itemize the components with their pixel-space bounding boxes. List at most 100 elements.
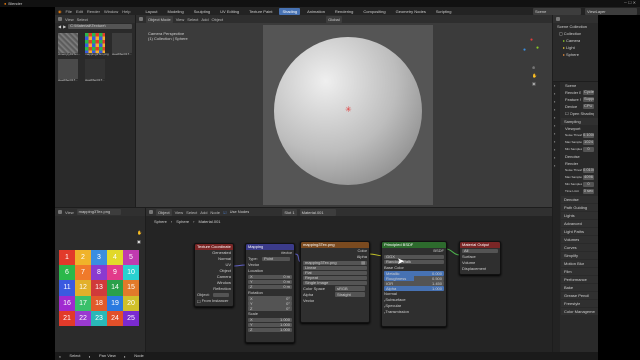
section-film[interactable]: Film	[561, 268, 598, 275]
origin-marker-icon: ✳	[345, 105, 352, 114]
section-grease-pencil[interactable]: Grease Pencil	[561, 292, 598, 299]
outliner-item-collection[interactable]: ▢ Collection	[553, 30, 598, 37]
image-tile: 9	[107, 265, 123, 281]
transform-orientation[interactable]: Global	[326, 15, 342, 23]
back-icon[interactable]: ◀	[58, 24, 61, 29]
ie-menu-view[interactable]: View	[65, 210, 74, 215]
vp-menu-view[interactable]: View	[176, 17, 185, 22]
viewport-subsection[interactable]: Viewport	[561, 125, 598, 132]
camera-tool-icon[interactable]: ▣	[137, 239, 141, 244]
node-material-output[interactable]: Material Output All Surface Volume Displ…	[459, 241, 501, 275]
menu-file[interactable]: File	[66, 9, 72, 14]
blender-menu-icon[interactable]: ◉	[58, 9, 62, 14]
section-path-guiding[interactable]: Path Guiding	[561, 204, 598, 211]
image-selector[interactable]: mapping3Tex.png	[76, 209, 121, 215]
section-freestyle[interactable]: Freestyle	[561, 300, 598, 307]
render-min-samples-row[interactable]: Min Samples 0	[561, 181, 598, 188]
menu-render[interactable]: Render	[87, 9, 100, 14]
render-noise-threshold-row[interactable]: Noise Threshold0.0100	[561, 167, 598, 174]
node-mapping[interactable]: Mapping Vector Type: Point Vector Locatio…	[245, 243, 295, 343]
image-tile: 3	[91, 250, 107, 266]
outliner-root[interactable]: Scene Collection	[553, 23, 598, 30]
section-denoise[interactable]: Denoise	[561, 196, 598, 203]
tab-uv-editing[interactable]: UV Editing	[217, 8, 242, 15]
tab-layout[interactable]: Layout	[142, 8, 160, 15]
editor-type-icon[interactable]	[556, 17, 560, 21]
tab-scripting[interactable]: Scripting	[433, 8, 455, 15]
section-advanced[interactable]: Advanced	[561, 220, 598, 227]
tab-texture-paint[interactable]: Texture Paint	[246, 8, 275, 15]
section-lights[interactable]: Lights	[561, 212, 598, 219]
forward-icon[interactable]: ▶	[63, 24, 66, 29]
section-bake[interactable]: Bake	[561, 284, 598, 291]
time-limit-row[interactable]: Time Limit 0 sec	[561, 188, 598, 195]
section-volumes[interactable]: Volumes	[561, 236, 598, 243]
section-color-management[interactable]: Color Management	[561, 308, 598, 315]
render-engine-row[interactable]: Render EngineCycles	[561, 89, 598, 96]
outliner-item-sphere[interactable]: ▸ Sphere	[553, 51, 598, 58]
pan-icon[interactable]: ✋	[532, 73, 537, 78]
navigation-gizmo[interactable]: ● ● ●	[520, 37, 542, 59]
tab-compositing[interactable]: Compositing	[360, 8, 388, 15]
section-light-paths[interactable]: Light Paths	[561, 228, 598, 235]
vp-menu-add[interactable]: Add	[201, 17, 208, 22]
image-file-field[interactable]: mapping3Tex.png ▤	[303, 260, 367, 265]
vp-menu-select[interactable]: Select	[187, 17, 198, 22]
thumb-item[interactable]: steelfiber01T...	[85, 59, 109, 82]
menu-edit[interactable]: Edit	[76, 9, 83, 14]
render-engine-dropdown[interactable]: Cycles	[583, 90, 594, 95]
menu-help[interactable]: Help	[122, 9, 130, 14]
image-tile: 15	[123, 280, 139, 296]
editor-type-icon[interactable]	[58, 210, 62, 214]
tab-geometry-nodes[interactable]: Geometry Nodes	[393, 8, 429, 15]
tab-sculpting[interactable]: Sculpting	[191, 8, 213, 15]
fb-menu-view[interactable]: View	[65, 17, 74, 22]
menu-window[interactable]: Window	[104, 9, 118, 14]
osl-checkbox[interactable]: ☐Open Shading Language	[561, 110, 598, 117]
sampling-section[interactable]: Sampling	[561, 118, 598, 125]
editor-type-icon[interactable]	[58, 17, 62, 21]
node-principled-bsdf[interactable]: Principled BSDF BSDF GGX Random Walk Bas…	[381, 241, 447, 327]
section-curves[interactable]: Curves	[561, 244, 598, 251]
zoom-icon[interactable]: ⊕	[532, 65, 535, 70]
thumb-item[interactable]: mapping3Tex.png	[85, 33, 109, 56]
hand-tool-icon[interactable]: ✋	[137, 230, 142, 235]
image-canvas[interactable]: 1 2 3 4 5 6 7 8 9 10 11 12 13 14 15 16 1…	[59, 250, 139, 326]
render-tab-icon[interactable]: ▪ ▪ ▪ ▪ ▪ ▪ ▪ ▪ ▪ ▪ ▪	[553, 82, 560, 170]
max-samples-row[interactable]: Max Samples 1024	[561, 139, 598, 146]
device-row[interactable]: Device CPU	[561, 103, 598, 110]
render-max-samples-row[interactable]: Max Samples 4096	[561, 174, 598, 181]
mode-selector[interactable]: Object Mode	[146, 15, 173, 23]
noise-threshold-row[interactable]: Noise Threshold0.1000	[561, 132, 598, 139]
tab-animation[interactable]: Animation	[304, 8, 328, 15]
section-performance[interactable]: Performance	[561, 276, 598, 283]
tab-shading[interactable]: Shading	[279, 7, 301, 15]
outliner-item-light[interactable]: ▸ Light	[553, 44, 598, 51]
file-browser-panel: View Select ◀ ▶ C:\Materiali\Texture\ ci…	[55, 15, 135, 207]
path-field[interactable]: C:\Materiali\Texture\	[68, 23, 132, 29]
viewlayer-selector[interactable]: ViewLayer	[585, 8, 637, 15]
node-texture-coordinate[interactable]: Texture Coordinate Generated Normal UV O…	[194, 243, 234, 307]
feature-set-row[interactable]: Feature SetSupported	[561, 96, 598, 103]
render-subsection[interactable]: Render	[561, 160, 598, 167]
thumb-item[interactable]: steelfiber01T...	[58, 59, 82, 82]
window-controls[interactable]: ─ ☐ ✕	[624, 1, 636, 5]
thumb-item[interactable]: steelfiber01T...	[112, 33, 136, 56]
thumb-item[interactable]: cimetryly01Tex...	[58, 33, 82, 56]
node-image-texture[interactable]: mapping3Tex.png Color Alpha mapping3Tex.…	[300, 241, 370, 323]
viewport-3d[interactable]: Object Mode View Select Add Object Globa…	[136, 15, 552, 207]
camera-view-icon[interactable]: ▣	[532, 81, 536, 86]
section-motion-blur[interactable]: Motion Blur	[561, 260, 598, 267]
section-simplify[interactable]: Simplify	[561, 252, 598, 259]
thumbnail-grid: cimetryly01Tex... mapping3Tex.png steelf…	[55, 29, 135, 86]
node-editor-panel[interactable]: Object View Select Add Node ☑ Use Nodes …	[146, 208, 552, 352]
editor-type-icon[interactable]	[139, 17, 143, 21]
tab-modeling[interactable]: Modeling	[164, 8, 186, 15]
outliner-item-camera[interactable]: ▸ Camera	[553, 37, 598, 44]
vp-menu-object[interactable]: Object	[212, 17, 224, 22]
tab-rendering[interactable]: Rendering	[332, 8, 356, 15]
fb-menu-select[interactable]: Select	[77, 17, 88, 22]
min-samples-row[interactable]: Min Samples 0	[561, 146, 598, 153]
denoise-subsection[interactable]: Denoise	[561, 153, 598, 160]
scene-selector[interactable]: Scene	[533, 8, 581, 15]
